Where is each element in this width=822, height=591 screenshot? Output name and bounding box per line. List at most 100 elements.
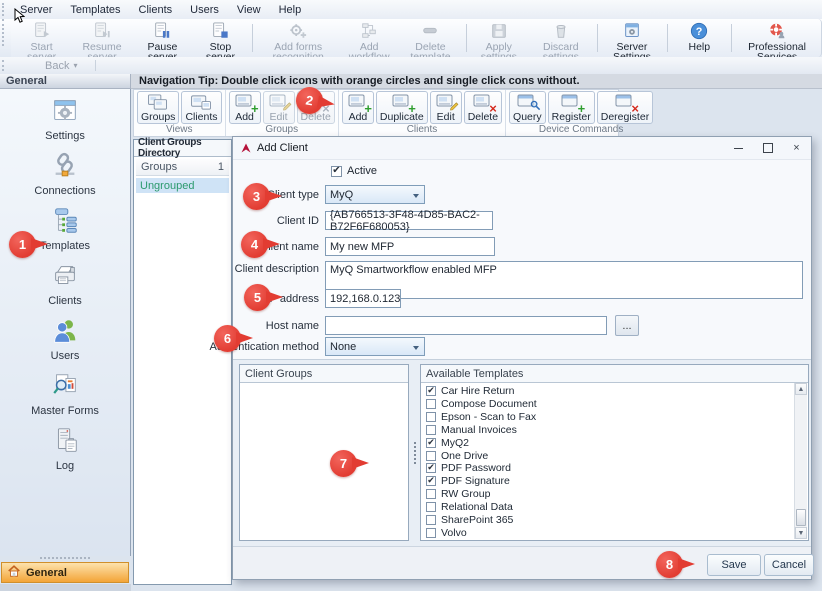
sidebar-item-master-forms[interactable]: Master Forms <box>31 371 99 417</box>
group-add-button[interactable]: + Add <box>229 91 261 124</box>
scroll-up-icon[interactable]: ▲ <box>795 383 807 395</box>
menu-users[interactable]: Users <box>181 2 228 18</box>
template-row[interactable]: ✔RW Group <box>426 488 795 501</box>
template-checkbox[interactable]: ✔ <box>426 463 436 473</box>
edit-icon <box>269 94 289 111</box>
client-id-label: Client ID <box>277 215 319 227</box>
stop-server-icon <box>210 22 230 40</box>
template-checkbox[interactable]: ✔ <box>426 476 436 486</box>
authentication-method-select[interactable]: None <box>325 337 425 356</box>
menu-templates[interactable]: Templates <box>61 2 129 18</box>
template-checkbox[interactable]: ✔ <box>426 528 436 538</box>
minimize-button[interactable] <box>724 137 753 159</box>
client-add-button[interactable]: + Add <box>342 91 374 124</box>
forms-recognition-icon <box>288 22 308 40</box>
server-settings-button[interactable]: Server Settings <box>600 20 663 56</box>
discard-settings-button[interactable]: Discard settings <box>528 20 593 56</box>
register-button[interactable]: + Register <box>548 91 595 124</box>
home-icon <box>7 564 21 581</box>
toolbar-separator <box>252 24 253 52</box>
deregister-button[interactable]: × Deregister <box>597 91 653 124</box>
group-item-ungrouped[interactable]: Ungrouped <box>136 178 229 193</box>
add-workflow-button[interactable]: Add workflow <box>340 20 398 56</box>
template-row[interactable]: ✔Compose Document <box>426 398 795 411</box>
chevron-down-icon <box>413 194 419 198</box>
professional-services-button[interactable]: Professional Services <box>735 20 819 56</box>
query-button[interactable]: Query <box>509 91 546 124</box>
template-row[interactable]: ✔Manual Invoices <box>426 423 795 436</box>
client-groups-panel: Client Groups <box>239 364 409 541</box>
menu-view[interactable]: View <box>228 2 270 18</box>
panel-splitter[interactable] <box>412 364 418 541</box>
template-row[interactable]: ✔Epson - Scan to Fax <box>426 411 795 424</box>
groups-column-header[interactable]: Groups 1 <box>136 159 229 176</box>
client-type-select[interactable]: MyQ <box>325 185 425 204</box>
host-name-row: Host name ... <box>233 315 639 336</box>
sidebar-splitter[interactable] <box>40 557 90 559</box>
template-row[interactable]: ✔One Drive <box>426 449 795 462</box>
template-checkbox[interactable]: ✔ <box>426 451 436 461</box>
menu-bar: Server Templates Clients Users View Help <box>0 0 822 20</box>
help-button[interactable]: ? Help <box>670 20 728 56</box>
delete-template-button[interactable]: Delete template <box>398 20 463 56</box>
annotation-marker-4: 4 <box>241 231 268 258</box>
template-row[interactable]: ✔Relational Data <box>426 500 795 513</box>
scrollbar-thumb[interactable] <box>796 509 806 526</box>
client-delete-button[interactable]: × Delete <box>464 91 502 124</box>
templates-scrollbar[interactable]: ▲ ▼ <box>794 383 807 539</box>
template-checkbox[interactable]: ✔ <box>426 386 436 396</box>
client-id-field[interactable]: {AB766513-3F48-4D85-BAC2-B72F6F680053} <box>325 211 493 230</box>
sidebar-footer-general[interactable]: General <box>1 562 129 583</box>
template-row[interactable]: ✔SharePoint 365 <box>426 513 795 526</box>
maximize-button[interactable] <box>753 137 782 159</box>
template-row[interactable]: ✔PDF Password <box>426 462 795 475</box>
mouse-cursor-icon <box>14 8 25 27</box>
save-button[interactable]: Save <box>707 554 761 576</box>
add-forms-recognition-button[interactable]: Add forms recognition <box>256 20 340 56</box>
scroll-down-icon[interactable]: ▼ <box>795 527 807 539</box>
sidebar-item-settings[interactable]: Settings <box>45 96 85 142</box>
chevron-down-icon: ▾ <box>73 61 77 70</box>
client-duplicate-button[interactable]: + Duplicate <box>376 91 428 124</box>
template-checkbox[interactable]: ✔ <box>426 502 436 512</box>
pause-server-button[interactable]: Pause server <box>133 20 191 56</box>
sidebar-item-log[interactable]: Log <box>50 426 80 472</box>
toolbar-separator <box>466 24 467 52</box>
ip-address-field[interactable]: 192,168.0.123 <box>325 289 401 308</box>
template-checkbox[interactable]: ✔ <box>426 438 436 448</box>
printer-icon <box>50 261 80 294</box>
client-name-field[interactable]: My new MFP <box>325 237 495 256</box>
host-name-browse-button[interactable]: ... <box>615 315 639 336</box>
navigation-tip: Navigation Tip: Double click icons with … <box>131 74 822 89</box>
template-row[interactable]: ✔Car Hire Return <box>426 385 795 398</box>
template-checkbox[interactable]: ✔ <box>426 399 436 409</box>
menu-help[interactable]: Help <box>270 2 311 18</box>
cancel-button[interactable]: Cancel <box>764 554 814 576</box>
template-checkbox[interactable]: ✔ <box>426 412 436 422</box>
add-icon: + <box>235 94 255 111</box>
template-checkbox[interactable]: ✔ <box>426 425 436 435</box>
apply-settings-button[interactable]: Apply settings <box>470 20 529 56</box>
group-edit-button[interactable]: Edit <box>263 91 295 124</box>
template-row[interactable]: ✔Volvo <box>426 526 795 539</box>
dialog-titlebar[interactable]: Add Client × <box>233 137 811 160</box>
active-checkbox[interactable]: ✔ <box>331 166 342 177</box>
clients-view-button[interactable]: Clients <box>181 91 221 124</box>
stop-server-button[interactable]: Stop server <box>191 20 249 56</box>
host-name-field[interactable] <box>325 316 607 335</box>
menu-clients[interactable]: Clients <box>130 2 182 18</box>
sidebar-item-users[interactable]: Users <box>50 316 80 362</box>
groups-view-button[interactable]: Groups <box>137 91 179 124</box>
workflow-icon <box>359 22 379 40</box>
resume-server-button[interactable]: Resume server <box>71 20 134 56</box>
back-button[interactable]: Back ▾ <box>37 59 85 73</box>
template-row[interactable]: ✔PDF Signature <box>426 475 795 488</box>
dialog-title: Add Client <box>257 142 308 154</box>
sidebar-item-clients[interactable]: Clients <box>48 261 82 307</box>
sidebar-item-connections[interactable]: Connections <box>34 151 95 197</box>
template-checkbox[interactable]: ✔ <box>426 489 436 499</box>
template-row[interactable]: ✔MyQ2 <box>426 436 795 449</box>
close-button[interactable]: × <box>782 137 811 159</box>
template-checkbox[interactable]: ✔ <box>426 515 436 525</box>
client-edit-button[interactable]: Edit <box>430 91 462 124</box>
